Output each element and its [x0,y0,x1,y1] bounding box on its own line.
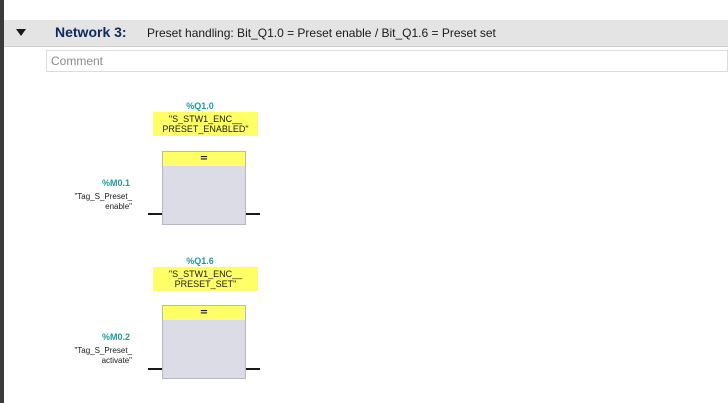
output-wire [246,368,260,370]
assignment-coil-box[interactable]: = [162,305,246,379]
coil-symbol: = [163,306,245,320]
coil-tag-line: "S_STW1_ENC__ [168,114,243,124]
coil-address[interactable]: %Q1.6 [160,256,240,266]
coil-tag[interactable]: "S_STW1_ENC__ PRESET_SET" [153,267,258,291]
coil-tag-line: PRESET_SET" [174,279,237,289]
network-comment-field[interactable]: Comment [46,50,728,72]
coil-tag-line: "S_STW1_ENC__ [168,269,243,279]
coil-tag[interactable]: "S_STW1_ENC__ PRESET_ENABLED" [153,112,258,136]
network-description[interactable]: Preset handling: Bit_Q1.0 = Preset enabl… [147,26,496,40]
output-wire [246,213,260,215]
input-tag-line: "Tag_S_Preset_ [74,346,132,355]
coil-tag-line: PRESET_ENABLED" [162,124,249,134]
network-title: Network 3: [55,24,127,40]
input-address[interactable]: %M0.1 [70,178,130,188]
input-tag[interactable]: "Tag_S_Preset_ enable" [52,192,132,212]
collapse-arrow-icon[interactable] [16,29,26,36]
network-header[interactable]: Network 3: Preset handling: Bit_Q1.0 = P… [4,20,728,47]
input-tag-line: "Tag_S_Preset_ [74,192,132,201]
assignment-coil-box[interactable]: = [162,151,246,225]
input-tag-line: activate" [101,356,132,365]
coil-symbol: = [163,152,245,166]
left-power-rail [0,0,4,403]
comment-placeholder: Comment [51,54,104,68]
input-tag[interactable]: "Tag_S_Preset_ activate" [52,346,132,366]
coil-address[interactable]: %Q1.0 [160,101,240,111]
input-wire [148,368,162,370]
input-tag-line: enable" [105,202,132,211]
input-wire [148,213,162,215]
input-address[interactable]: %M0.2 [70,332,130,342]
